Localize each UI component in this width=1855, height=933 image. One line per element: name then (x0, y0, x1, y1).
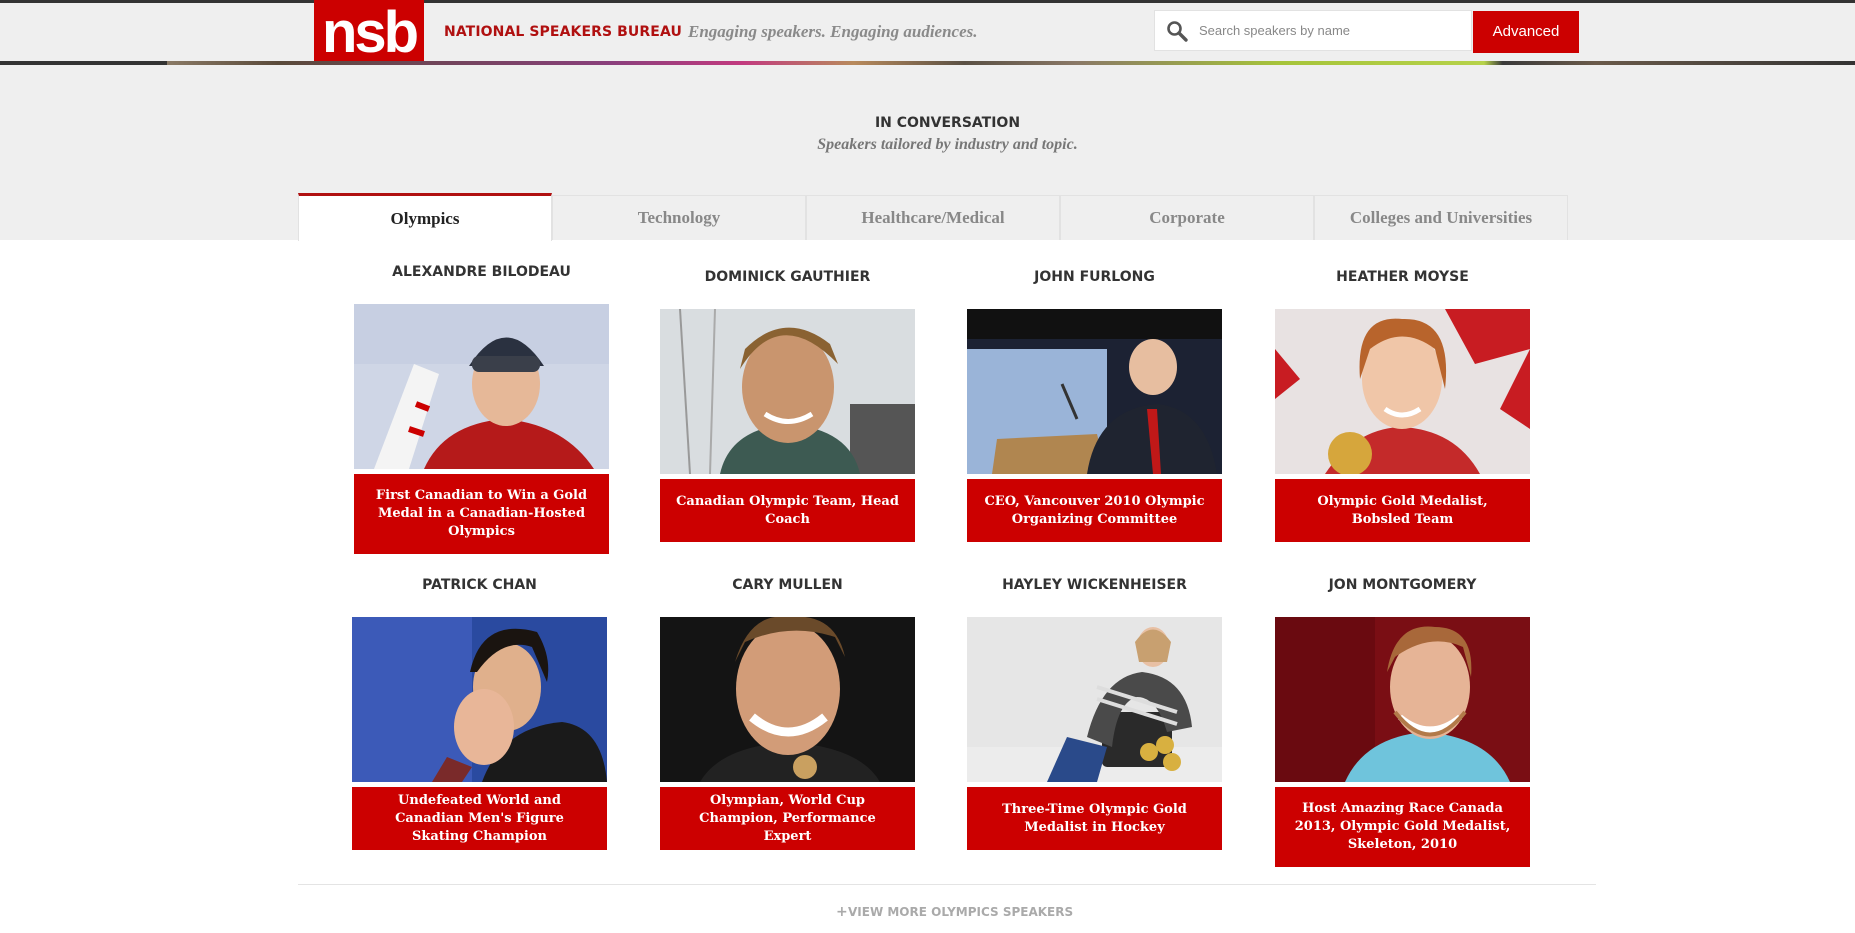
speaker-caption[interactable]: CEO, Vancouver 2010 Olympic Organizing C… (967, 479, 1222, 542)
speaker-name[interactable]: JON MONTGOMERY (1275, 577, 1530, 593)
tab-olympics[interactable]: Olympics (298, 193, 552, 241)
view-more-olympics-link[interactable]: +VIEW MORE OLYMPICS SPEAKERS (836, 904, 1073, 920)
section-subtitle: Speakers tailored by industry and topic. (817, 136, 1078, 153)
speaker-photo[interactable] (1275, 617, 1530, 782)
brand-name[interactable]: NATIONAL SPEAKERS BUREAU (444, 24, 682, 40)
search-box (1154, 10, 1472, 51)
speaker-caption[interactable]: Olympic Gold Medalist, Bobsled Team (1275, 479, 1530, 542)
speaker-photo[interactable] (967, 617, 1222, 782)
speaker-photo[interactable] (660, 309, 915, 474)
view-more-label[interactable]: VIEW MORE OLYMPICS SPEAKERS (848, 905, 1073, 919)
speaker-caption[interactable]: Three-Time Olympic Gold Medalist in Hock… (967, 787, 1222, 850)
tab-colleges-and-universities[interactable]: Colleges and Universities (1314, 195, 1568, 240)
section-title: IN CONVERSATION (874, 115, 1021, 131)
speaker-photo[interactable] (660, 617, 915, 782)
speaker-caption[interactable]: First Canadian to Win a Gold Medal in a … (354, 474, 609, 554)
speaker-name[interactable]: DOMINICK GAUTHIER (660, 269, 915, 285)
speaker-name[interactable]: HAYLEY WICKENHEISER (967, 577, 1222, 593)
plus-icon: + (836, 904, 848, 920)
speaker-name[interactable]: CARY MULLEN (660, 577, 915, 593)
search-input[interactable] (1199, 11, 1469, 50)
advanced-search-button[interactable]: Advanced (1473, 11, 1579, 53)
speaker-name[interactable]: HEATHER MOYSE (1275, 269, 1530, 285)
speaker-caption[interactable]: Canadian Olympic Team, Head Coach (660, 479, 915, 542)
search-icon[interactable] (1165, 19, 1189, 43)
category-tabs: Olympics Technology Healthcare/Medical C… (298, 193, 1568, 241)
section-divider (298, 884, 1596, 885)
speaker-photo[interactable] (352, 617, 607, 782)
tab-healthcare-medical[interactable]: Healthcare/Medical (806, 195, 1060, 240)
tab-technology[interactable]: Technology (552, 195, 806, 240)
tab-corporate[interactable]: Corporate (1060, 195, 1314, 240)
speaker-caption[interactable]: Olympian, World Cup Champion, Performanc… (660, 787, 915, 850)
speaker-photo[interactable] (354, 304, 609, 469)
speaker-name[interactable]: PATRICK CHAN (352, 577, 607, 593)
speaker-photo[interactable] (1275, 309, 1530, 474)
speaker-caption[interactable]: Undefeated World and Canadian Men's Figu… (352, 787, 607, 850)
tagline: Engaging speakers. Engaging audiences. (688, 22, 978, 41)
speaker-photo[interactable] (967, 309, 1222, 474)
speaker-caption[interactable]: Host Amazing Race Canada 2013, Olympic G… (1275, 787, 1530, 867)
speaker-name[interactable]: ALEXANDRE BILODEAU (354, 264, 609, 280)
speaker-name[interactable]: JOHN FURLONG (967, 269, 1222, 285)
nsb-logo[interactable]: nsb (314, 0, 424, 61)
